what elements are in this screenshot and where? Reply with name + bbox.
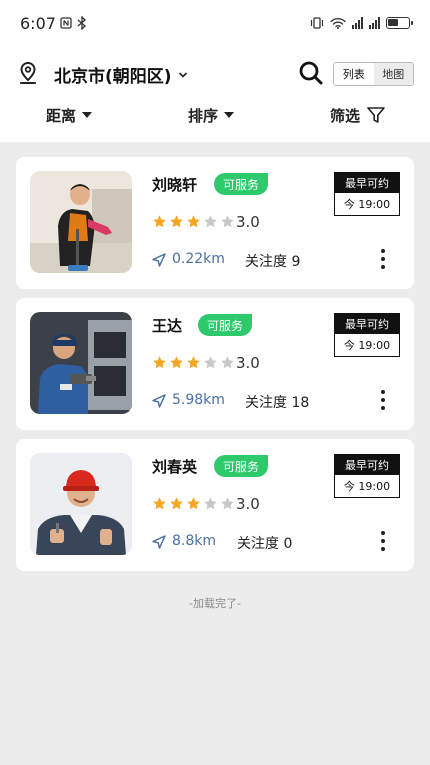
star-filled-icon [187,497,200,510]
status-icons [310,17,413,29]
more-options-icon[interactable] [380,249,386,269]
star-empty-icon [204,497,217,510]
star-empty-icon [221,215,234,228]
distance-filter[interactable]: 距离 [46,98,93,132]
navigation-arrow-icon [152,253,166,267]
rating-value: 3.0 [236,495,260,513]
star-filled-icon [170,497,183,510]
sort-filter-label: 排序 [188,106,219,125]
status-time: 6:07 [20,14,88,33]
worker-avatar [30,171,132,273]
slot-label: 最早可约 [335,314,399,334]
worker-name: 王达 [152,317,183,335]
navigation-arrow-icon [152,535,166,549]
funnel-icon [367,107,385,123]
worker-name: 刘晓轩 [152,176,198,194]
distance-text: 5.98km [172,392,225,408]
slot-time: 今 19:00 [335,334,399,355]
status-bar: 6:07 [0,0,430,46]
location-row: 北京市(朝阳区) 列表 地图 [0,52,430,92]
star-rating [152,214,235,229]
search-icon[interactable] [298,60,324,86]
view-toggle: 列表 地图 [333,62,414,86]
battery-icon [386,17,413,29]
star-filled-icon [153,497,166,510]
more-options-icon[interactable] [380,531,386,551]
city-label: 北京市(朝阳区) [54,67,172,87]
end-of-list-text: -加载完了- [189,597,241,610]
sort-filter[interactable]: 排序 [188,98,235,132]
chevron-down-icon [178,71,187,78]
status-badge: 可服务 [214,173,269,195]
filter-button[interactable]: 筛选 [330,98,386,132]
filter-bar: 距离 排序 筛选 [0,98,430,132]
star-empty-icon [204,356,217,369]
star-filled-icon [153,356,166,369]
distance-filter-label: 距离 [46,106,77,125]
earliest-slot: 最早可约 今 19:00 [334,454,400,498]
navigation-arrow-icon [152,394,166,408]
distance-text: 8.8km [172,533,217,549]
star-filled-icon [187,356,200,369]
map-view-button[interactable]: 地图 [373,63,413,85]
location-pin-icon [20,61,36,84]
slot-time: 今 19:00 [335,475,399,496]
slot-time: 今 19:00 [335,193,399,214]
wifi-icon [330,17,346,29]
vibrate-icon [310,17,324,29]
slot-label: 最早可约 [335,173,399,193]
star-rating [152,496,235,511]
rating-value: 3.0 [236,354,260,372]
bluetooth-icon [77,16,86,30]
star-filled-icon [170,215,183,228]
more-options-icon[interactable] [380,390,386,410]
follow-count: 关注度 0 [237,536,293,552]
star-empty-icon [221,356,234,369]
follow-count: 关注度 18 [245,395,310,411]
star-filled-icon [170,356,183,369]
distance-text: 0.22km [172,251,225,267]
status-badge: 可服务 [198,314,253,336]
list-view-button[interactable]: 列表 [334,63,374,85]
status-badge: 可服务 [214,455,269,477]
worker-avatar [30,312,132,414]
worker-name: 刘春英 [152,458,198,476]
worker-card[interactable]: 王达 可服务 3.0 5.98km 关注度 18 最早可约 今 19:00 [16,298,414,430]
star-empty-icon [204,215,217,228]
star-filled-icon [187,215,200,228]
city-selector[interactable]: 北京市(朝阳区) [54,62,188,87]
filter-label: 筛选 [330,106,361,125]
signal-icon-2 [369,17,380,29]
star-empty-icon [221,497,234,510]
dropdown-arrow-icon [224,112,235,118]
rating-value: 3.0 [236,213,260,231]
earliest-slot: 最早可约 今 19:00 [334,313,400,357]
follow-count: 关注度 9 [245,254,301,270]
star-rating [152,355,235,370]
earliest-slot: 最早可约 今 19:00 [334,172,400,216]
worker-avatar [30,453,132,555]
worker-card[interactable]: 刘晓轩 可服务 3.0 0.22km 关注度 9 最早可约 今 19:00 [16,157,414,289]
header: 北京市(朝阳区) 列表 地图 距离 排序 筛选 [0,46,430,142]
signal-icon [352,17,363,29]
nfc-icon [60,17,72,29]
star-filled-icon [153,215,166,228]
clock-text: 6:07 [20,13,56,33]
worker-card[interactable]: 刘春英 可服务 3.0 8.8km 关注度 0 最早可约 今 19:00 [16,439,414,571]
dropdown-arrow-icon [82,112,93,118]
slot-label: 最早可约 [335,455,399,475]
